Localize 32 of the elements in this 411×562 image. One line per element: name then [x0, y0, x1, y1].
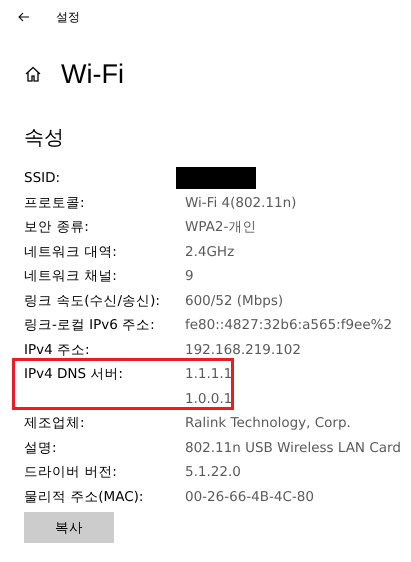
property-value: 2.4GHz — [185, 242, 236, 262]
property-value: Ralink Technology, Corp. — [185, 414, 352, 433]
property-label: 설명: — [24, 438, 58, 458]
property-value: WPA2-개인 — [185, 218, 258, 237]
property-value: 600/52 (Mbps) — [185, 292, 284, 310]
property-label: 링크-로컬 IPv6 주소: — [24, 316, 156, 335]
home-icon[interactable] — [25, 66, 41, 82]
property-value: fe80::4827:32b6:a565:f9ee%2 — [185, 316, 394, 335]
property-value: 192.168.219.102 — [185, 340, 302, 360]
property-label: 물리적 주소(MAC): — [24, 488, 144, 506]
property-value: 5.1.22.0 — [185, 463, 242, 482]
property-label: 보안 종류: — [24, 218, 90, 237]
property-value: 1.1.1.1 — [185, 365, 234, 384]
property-value: 802.11n USB Wireless LAN Card — [185, 438, 402, 458]
property-label: 제조업체: — [24, 414, 86, 433]
copy-button[interactable]: 복사 — [24, 512, 114, 543]
property-value: 1.0.0.1 — [185, 390, 234, 408]
property-label: 드라이버 버전: — [24, 463, 118, 482]
property-label: 네트워크 대역: — [24, 242, 118, 262]
back-arrow-icon — [18, 12, 30, 22]
property-value: 9 — [185, 267, 195, 286]
page-title: Wi-Fi — [61, 58, 124, 90]
property-label: 프로토콜: — [24, 194, 86, 212]
property-value: Wi-Fi 4(802.11n) — [185, 194, 298, 212]
property-label: 네트워크 채널: — [24, 267, 118, 286]
property-value: 00-26-66-4B-4C-80 — [185, 488, 315, 506]
header-title: 설정 — [56, 8, 80, 26]
property-label: 링크 속도(수신/송신): — [24, 292, 161, 310]
property-label: IPv4 DNS 서버: — [24, 365, 124, 384]
property-label: SSID: — [24, 169, 62, 188]
section-heading: 속성 — [23, 124, 65, 151]
property-label: IPv4 주소: — [24, 340, 91, 360]
